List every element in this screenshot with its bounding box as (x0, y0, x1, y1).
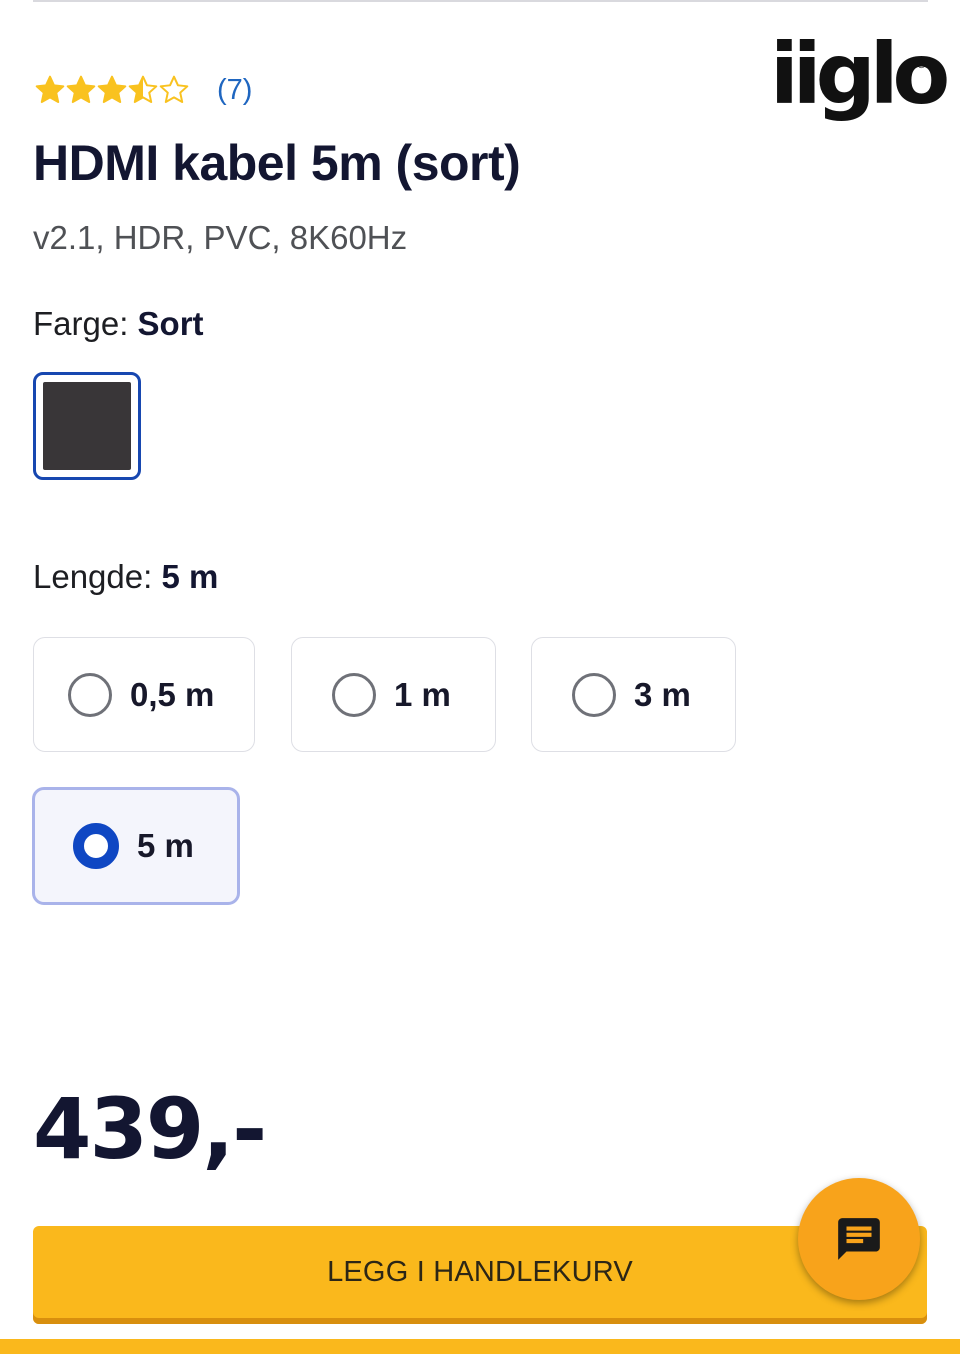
review-count-link[interactable]: (7) (217, 74, 252, 107)
product-title: HDMI kabel 5m (sort) (33, 135, 521, 191)
length-option-label: 5 m (137, 827, 194, 864)
length-label-text: Lengde: (33, 558, 153, 595)
chat-button[interactable] (798, 1178, 920, 1300)
star-full-icon (33, 73, 67, 107)
add-to-cart-button[interactable]: LEGG I HANDLEKURV (33, 1226, 927, 1324)
product-price: 439,- (33, 1080, 267, 1178)
product-subtitle: v2.1, HDR, PVC, 8K60Hz (33, 219, 408, 256)
length-option-label: 0,5 m (130, 675, 215, 713)
top-divider (33, 0, 928, 2)
length-option-label: 3 m (634, 675, 691, 713)
length-option-0-5m[interactable]: 0,5 m (33, 637, 255, 752)
brand-logo-text: iiglo (770, 25, 950, 123)
color-swatch-fill (43, 382, 131, 470)
radio-button[interactable] (68, 672, 112, 717)
star-empty-icon (157, 73, 191, 107)
star-half-icon (126, 73, 160, 107)
chat-icon (838, 1218, 880, 1260)
color-selected-value: Sort (137, 305, 204, 342)
length-option-label: 1 m (394, 675, 451, 713)
length-option-3m[interactable]: 3 m (531, 637, 736, 752)
radio-button[interactable] (332, 672, 376, 717)
color-swatch-sort[interactable] (33, 372, 141, 480)
length-label: Lengde: 5 m (33, 558, 218, 596)
star-full-icon (64, 73, 98, 107)
product-rating[interactable]: (7) (33, 73, 252, 107)
radio-button-selected[interactable] (73, 823, 119, 869)
bottom-bar (0, 1339, 960, 1354)
registered-mark-icon: ® (917, 57, 926, 71)
color-label: Farge: Sort (33, 305, 204, 343)
brand-logo[interactable]: iiglo (770, 32, 950, 116)
color-label-text: Farge: (33, 305, 129, 342)
length-option-5m[interactable]: 5 m (32, 787, 240, 905)
rating-stars (33, 73, 191, 107)
length-selected-value: 5 m (161, 558, 219, 595)
radio-button[interactable] (572, 672, 616, 717)
length-option-1m[interactable]: 1 m (291, 637, 496, 752)
star-full-icon (95, 73, 129, 107)
